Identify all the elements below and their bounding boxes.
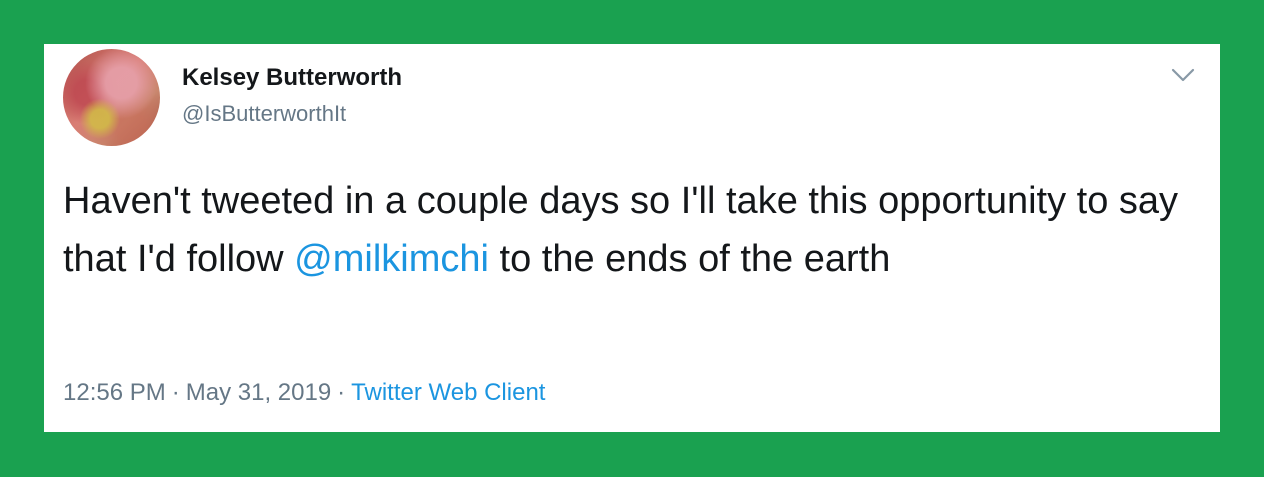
author-name[interactable]: Kelsey Butterworth [182,64,402,92]
tweet-date[interactable]: May 31, 2019 [186,379,331,406]
tweet-card: Kelsey Butterworth @IsButterworthIt Have… [44,44,1220,432]
tweet-meta: 12:56 PM · May 31, 2019 · Twitter Web Client [63,379,545,407]
meta-separator: · [337,379,346,406]
tweet-text-after: to the ends of the earth [488,238,891,280]
mention-link[interactable]: @milkimchi [294,238,489,280]
meta-separator: · [171,379,180,406]
author-handle[interactable]: @IsButterworthIt [182,101,346,127]
tweet-client-link[interactable]: Twitter Web Client [351,379,545,406]
avatar[interactable] [63,49,160,146]
tweet-time[interactable]: 12:56 PM [63,379,166,406]
chevron-down-icon[interactable] [1170,62,1196,88]
tweet-text: Haven't tweeted in a couple days so I'll… [63,172,1183,288]
